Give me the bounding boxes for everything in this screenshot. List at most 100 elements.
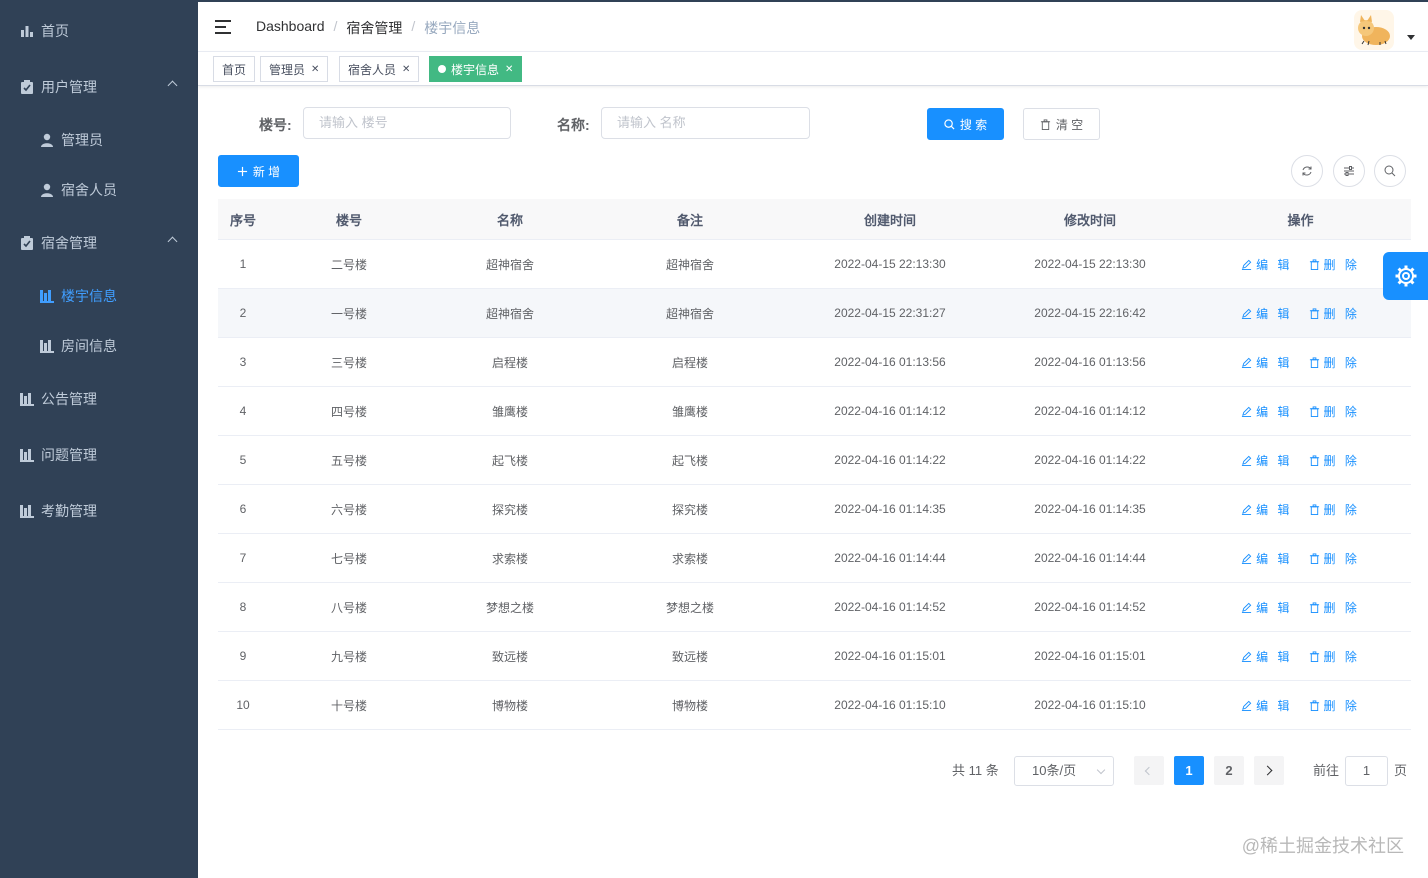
sidebar-item-admin[interactable]: 管理员	[0, 115, 198, 165]
row-building: 四号楼	[330, 404, 367, 419]
row-created: 2022-04-16 01:14:44	[834, 551, 946, 565]
toggle-search-button[interactable]	[1374, 155, 1406, 187]
sidebar-item-dorm-management[interactable]: 宿舍管理	[0, 218, 198, 268]
sidebar-item-label: 房间信息	[61, 338, 117, 354]
clear-button[interactable]: 清 空	[1023, 108, 1100, 140]
edit-button[interactable]: 编 辑	[1241, 648, 1292, 665]
clear-button-label: 清 空	[1055, 117, 1084, 132]
column-header: 楼号	[335, 212, 362, 228]
close-icon[interactable]: ✕	[402, 64, 410, 75]
row-building: 九号楼	[330, 649, 367, 664]
row-name: 求索楼	[491, 551, 528, 566]
edit-button[interactable]: 编 辑	[1241, 403, 1292, 420]
chevron-down-icon	[1096, 765, 1106, 775]
row-name: 启程楼	[491, 355, 528, 370]
breadcrumb-item[interactable]: Dashboard	[256, 18, 325, 38]
delete-button[interactable]: 删 除	[1309, 354, 1360, 371]
row-updated: 2022-04-16 01:14:52	[1034, 600, 1146, 614]
tag-label: 宿舍人员	[348, 62, 397, 77]
delete-button[interactable]: 删 除	[1309, 599, 1360, 616]
sidebar-item-attendance-management[interactable]: 考勤管理	[0, 486, 198, 536]
close-icon[interactable]: ✕	[505, 64, 513, 75]
add-button-label: 新 增	[252, 164, 281, 179]
avatar[interactable]	[1354, 10, 1394, 50]
edit-button[interactable]: 编 辑	[1241, 599, 1292, 616]
sidebar-item-notice-management[interactable]: 公告管理	[0, 374, 198, 424]
add-button[interactable]: 新 增	[218, 155, 299, 187]
delete-button[interactable]: 删 除	[1309, 550, 1360, 567]
delete-button[interactable]: 删 除	[1309, 452, 1360, 469]
row-name: 致远楼	[491, 649, 528, 664]
delete-button[interactable]: 删 除	[1309, 648, 1360, 665]
settings-button[interactable]	[1383, 252, 1428, 300]
tag-label: 首页	[222, 62, 247, 77]
row-created: 2022-04-16 01:14:52	[834, 600, 946, 614]
trash-icon	[1309, 405, 1319, 417]
table-row: 6 六号楼 探究楼 探究楼 2022-04-16 01:14:35 2022-04-16 …	[218, 485, 1411, 534]
sidebar-item-issue-management[interactable]: 问题管理	[0, 430, 198, 480]
row-created: 2022-04-16 01:14:35	[834, 502, 946, 516]
edit-button[interactable]: 编 辑	[1241, 550, 1292, 567]
breadcrumb-item-current: 楼宇信息	[424, 20, 481, 36]
edit-button[interactable]: 编 辑	[1241, 354, 1292, 371]
page-button-2[interactable]: 2	[1214, 756, 1244, 785]
trash-icon	[1309, 552, 1319, 564]
delete-button[interactable]: 删 除	[1309, 501, 1360, 518]
tag-home[interactable]: 首页	[213, 56, 256, 82]
trash-icon	[1309, 307, 1319, 319]
sidebar-item-home[interactable]: 首页	[0, 6, 198, 56]
edit-button[interactable]: 编 辑	[1241, 305, 1292, 322]
caret-down-icon[interactable]	[1407, 35, 1415, 40]
close-icon[interactable]: ✕	[311, 64, 319, 75]
page-button-1[interactable]: 1	[1174, 756, 1204, 785]
breadcrumb-item[interactable]: 宿舍管理	[346, 18, 402, 38]
sidebar-item-user-management[interactable]: 用户管理	[0, 62, 198, 112]
edit-button[interactable]: 编 辑	[1241, 256, 1292, 273]
hamburger-icon[interactable]	[215, 20, 231, 34]
prev-page-button[interactable]	[1134, 756, 1164, 785]
delete-label: 删 除	[1323, 649, 1360, 664]
table-row: 3 三号楼 启程楼 启程楼 2022-04-16 01:13:56 2022-04-16 …	[218, 338, 1411, 387]
trash-icon	[1309, 454, 1319, 466]
row-building: 五号楼	[330, 453, 367, 468]
edit-button[interactable]: 编 辑	[1241, 501, 1292, 518]
tag-admin[interactable]: 管理员 ✕	[260, 56, 329, 82]
delete-label: 删 除	[1323, 306, 1360, 321]
row-actions: 编 辑删 除	[1190, 648, 1411, 665]
delete-label: 删 除	[1323, 698, 1360, 713]
row-updated: 2022-04-15 22:16:42	[1034, 306, 1146, 320]
row-created: 2022-04-16 01:15:10	[834, 698, 946, 712]
chart-icon	[21, 26, 33, 37]
tag-building-info[interactable]: 楼宇信息 ✕	[429, 56, 523, 82]
delete-button[interactable]: 删 除	[1309, 305, 1360, 322]
tag-dorm-staff[interactable]: 宿舍人员 ✕	[339, 56, 420, 82]
sidebar-item-building-info[interactable]: 楼宇信息	[0, 271, 198, 321]
edit-icon	[1242, 308, 1252, 319]
chevron-right-icon	[1262, 765, 1273, 776]
edit-button[interactable]: 编 辑	[1241, 452, 1292, 469]
table-row: 9 九号楼 致远楼 致远楼 2022-04-16 01:15:01 2022-04-16 …	[218, 632, 1411, 681]
building-label: 楼号:	[259, 117, 292, 133]
delete-button[interactable]: 删 除	[1309, 403, 1360, 420]
edit-icon	[1242, 259, 1252, 270]
breadcrumb: Dashboard / 宿舍管理 / 楼宇信息	[256, 18, 481, 38]
refresh-button[interactable]	[1291, 155, 1323, 187]
search-button[interactable]: 搜 索	[927, 108, 1004, 140]
columns-button[interactable]	[1333, 155, 1365, 187]
building-input[interactable]: 请输入 楼号	[303, 107, 511, 139]
delete-button[interactable]: 删 除	[1309, 697, 1360, 714]
page-size-select[interactable]: 10条/页	[1014, 756, 1114, 786]
next-page-button[interactable]	[1254, 756, 1284, 785]
goto-suffix: 页	[1394, 763, 1408, 778]
table-row: 4 四号楼 雏鹰楼 雏鹰楼 2022-04-16 01:14:12 2022-04-16 …	[218, 387, 1411, 436]
name-input[interactable]: 请输入 名称	[601, 107, 810, 139]
goto-page-input[interactable]: 1	[1345, 756, 1388, 786]
sidebar-item-dorm-staff[interactable]: 宿舍人员	[0, 165, 198, 215]
edit-button[interactable]: 编 辑	[1241, 697, 1292, 714]
column-header: 名称	[496, 212, 523, 228]
row-updated: 2022-04-16 01:15:10	[1034, 698, 1146, 712]
delete-button[interactable]: 删 除	[1309, 256, 1360, 273]
sidebar-item-label: 问题管理	[41, 447, 97, 463]
row-index: 8	[239, 600, 247, 614]
sidebar-item-room-info[interactable]: 房间信息	[0, 321, 198, 371]
